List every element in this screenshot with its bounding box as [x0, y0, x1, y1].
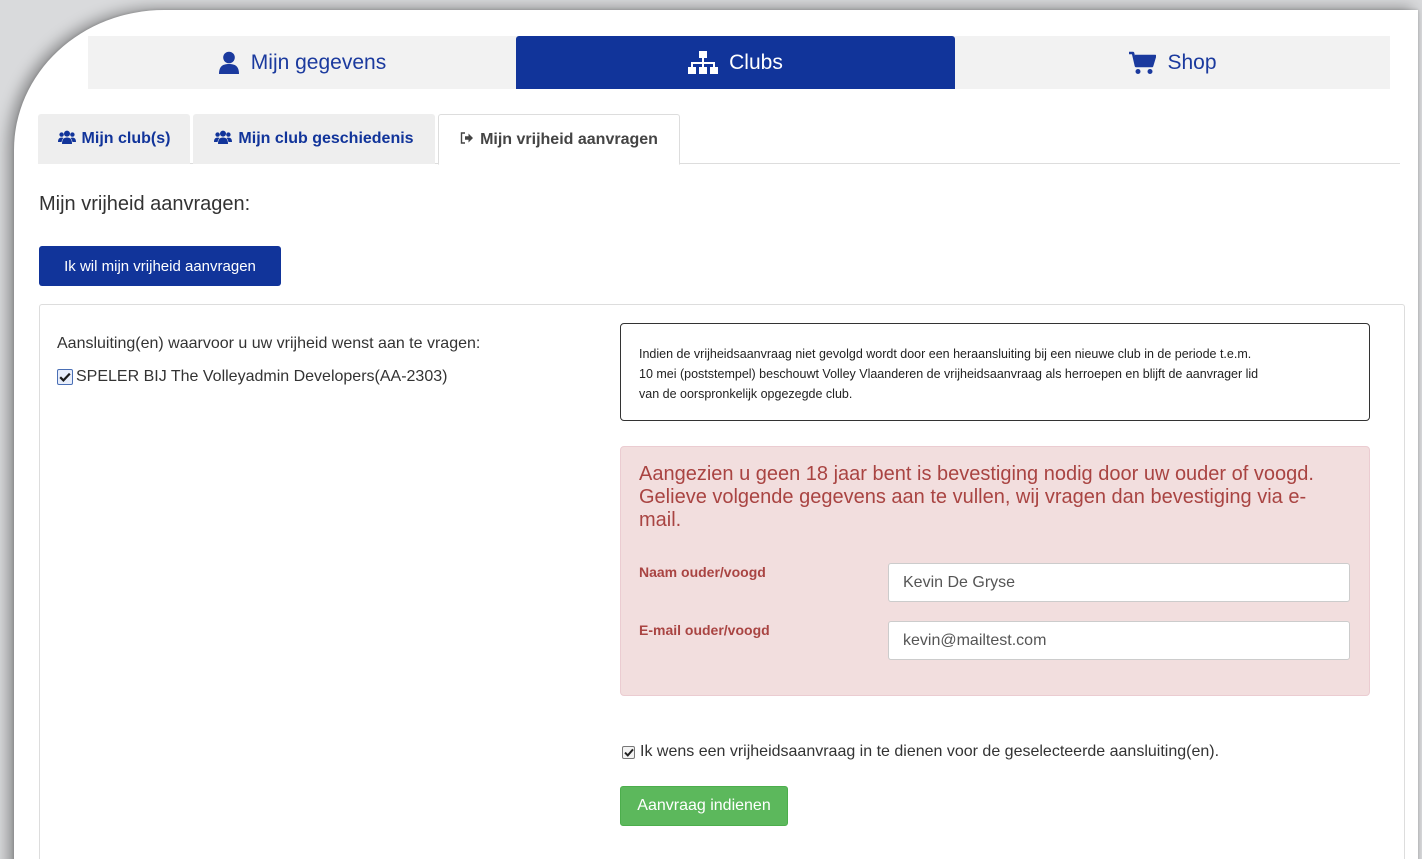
nav-label: Shop — [1167, 50, 1217, 74]
submit-request-button[interactable]: Aanvraag indienen — [620, 786, 788, 826]
notice-line: Indien de vrijheidsaanvraag niet gevolgd… — [639, 347, 1252, 361]
guardian-message: Aangezien u geen 18 jaar bent is bevesti… — [639, 463, 1314, 531]
nav-mijn-gegevens[interactable]: Mijn gegevens — [88, 36, 516, 89]
guardian-name-input[interactable] — [888, 563, 1350, 602]
notice-line: van de oorspronkelijk opgezegde club. — [639, 387, 853, 401]
nav-label: Clubs — [729, 50, 783, 74]
guardian-email-input[interactable] — [888, 621, 1350, 660]
affiliation-checkbox[interactable] — [57, 369, 73, 385]
guardian-email-label: E-mail ouder/voogd — [639, 622, 770, 638]
tab-mijn-vrijheid-aanvragen[interactable]: Mijn vrijheid aanvragen — [438, 114, 680, 165]
tab-label: Mijn vrijheid aanvragen — [480, 130, 658, 148]
request-freedom-button[interactable]: Ik wil mijn vrijheid aanvragen — [39, 246, 281, 286]
sitemap-icon — [688, 50, 719, 75]
affiliation-label: SPELER BIJ The Volleyadmin Developers(AA… — [76, 368, 448, 385]
confirm-checkbox[interactable] — [622, 745, 635, 759]
notice-box: Indien de vrijheidsaanvraag niet gevolgd… — [620, 323, 1370, 421]
users-icon — [57, 130, 76, 149]
affiliation-item: SPELER BIJ The Volleyadmin Developers(AA… — [57, 368, 447, 386]
sub-tabs: Mijn club(s) Mijn club geschiedenis Mijn… — [38, 114, 1400, 165]
guardian-alert: Aangezien u geen 18 jaar bent is bevesti… — [620, 446, 1370, 696]
cart-icon — [1128, 51, 1157, 75]
nav-clubs[interactable]: Clubs — [516, 36, 955, 89]
page-card: Mijn gegevens Clubs Shop Mijn club(s) Mi… — [14, 10, 1418, 859]
user-icon — [218, 51, 240, 75]
guardian-name-label: Naam ouder/voogd — [639, 564, 766, 580]
top-nav: Mijn gegevens Clubs Shop — [88, 36, 1390, 89]
notice-line: 10 mei (poststempel) beschouwt Volley Vl… — [639, 367, 1259, 381]
confirm-label: Ik wens een vrijheidsaanvraag in te dien… — [640, 743, 1220, 760]
users-icon — [214, 130, 233, 149]
nav-label: Mijn gegevens — [250, 50, 387, 74]
tab-mijn-clubs[interactable]: Mijn club(s) — [38, 114, 190, 164]
tab-label: Mijn club(s) — [81, 130, 171, 147]
page-title: Mijn vrijheid aanvragen: — [39, 193, 251, 215]
sign-out-icon — [460, 131, 474, 149]
affiliations-label: Aansluiting(en) waarvoor u uw vrijheid w… — [57, 335, 481, 352]
tab-label: Mijn club geschiedenis — [238, 130, 414, 147]
nav-shop[interactable]: Shop — [955, 36, 1390, 89]
confirm-row: Ik wens een vrijheidsaanvraag in te dien… — [622, 743, 1219, 761]
tab-mijn-club-geschiedenis[interactable]: Mijn club geschiedenis — [193, 114, 435, 164]
